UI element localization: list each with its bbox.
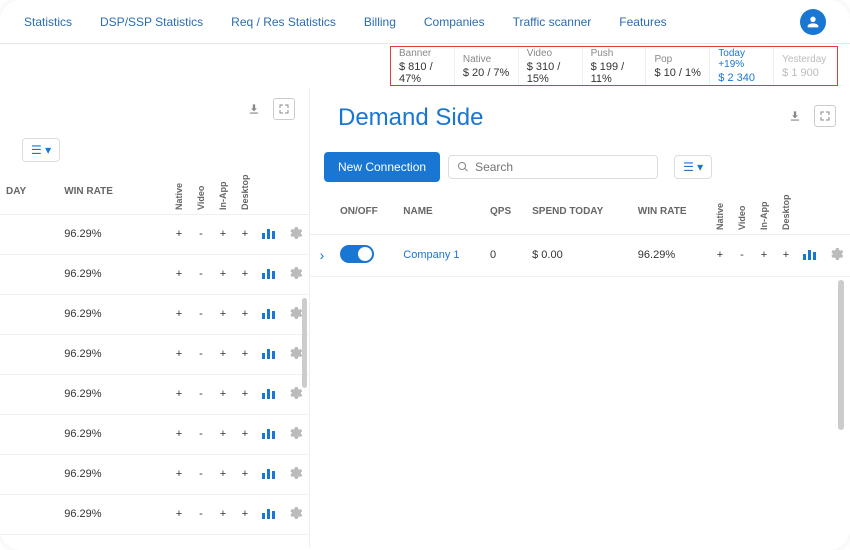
col-native-r: Native	[709, 190, 731, 234]
search-input[interactable]	[475, 160, 649, 174]
nav-req-res[interactable]: Req / Res Statistics	[231, 15, 336, 29]
nav-billing[interactable]: Billing	[364, 15, 396, 29]
left-table: DAY WIN RATE Native Video In-App Desktop…	[0, 170, 309, 535]
stat-pop: Pop$ 10 / 1%	[646, 47, 710, 85]
col-name: NAME	[397, 190, 484, 234]
chevron-right-icon[interactable]: ›	[320, 247, 325, 263]
gear-icon[interactable]	[281, 254, 309, 294]
new-connection-button[interactable]: New Connection	[324, 152, 440, 182]
table-row: ›Company 10$ 0.0096.29%+-++	[310, 234, 850, 276]
col-video-r: Video	[731, 190, 753, 234]
col-video: Video	[190, 170, 212, 214]
panel-title: Demand Side	[324, 98, 497, 134]
gear-icon[interactable]	[281, 214, 309, 254]
search-icon	[457, 161, 469, 173]
col-day: DAY	[0, 170, 58, 214]
left-panel: ☰ ▾ DAY WIN RATE Native Video In-App Des…	[0, 88, 310, 548]
table-row: 96.29%+-++	[0, 414, 309, 454]
user-avatar[interactable]	[800, 9, 826, 35]
col-native: Native	[168, 170, 190, 214]
table-row: 96.29%+-++	[0, 334, 309, 374]
col-inapp: In-App	[212, 170, 234, 214]
toggle-onoff[interactable]	[340, 245, 374, 263]
gear-icon[interactable]	[281, 494, 309, 534]
nav-statistics[interactable]: Statistics	[24, 15, 72, 29]
gear-icon[interactable]	[281, 414, 309, 454]
bars-icon[interactable]	[262, 347, 275, 359]
top-nav: Statistics DSP/SSP Statistics Req / Res …	[0, 0, 850, 44]
bars-icon[interactable]	[262, 387, 275, 399]
table-row: 96.29%+-++	[0, 254, 309, 294]
nav-companies[interactable]: Companies	[424, 15, 485, 29]
col-qps: QPS	[484, 190, 526, 234]
gear-icon[interactable]	[281, 454, 309, 494]
stat-video: Video$ 310 / 15%	[519, 47, 583, 85]
nav-traffic-scanner[interactable]: Traffic scanner	[513, 15, 592, 29]
view-toggle-left[interactable]: ☰ ▾	[22, 138, 60, 162]
bars-icon[interactable]	[262, 267, 275, 279]
table-row: 96.29%+-++	[0, 214, 309, 254]
bars-icon[interactable]	[262, 507, 275, 519]
col-spend: SPEND TODAY	[526, 190, 632, 234]
col-desktop-r: Desktop	[775, 190, 797, 234]
right-panel: Demand Side New Connection ☰ ▾ ON/OFF NA…	[310, 88, 850, 548]
left-scrollbar[interactable]	[302, 298, 307, 388]
company-link[interactable]: Company 1	[397, 234, 484, 276]
search-box[interactable]	[448, 155, 658, 179]
table-row: 96.29%+-++	[0, 374, 309, 414]
stat-today-: Today +19%$ 2 340	[710, 47, 774, 85]
stat-native: Native$ 20 / 7%	[455, 47, 519, 85]
gear-icon[interactable]	[822, 234, 850, 276]
table-row: 96.29%+-++	[0, 494, 309, 534]
col-desktop: Desktop	[234, 170, 256, 214]
expand-icon-right[interactable]	[814, 105, 836, 127]
user-icon	[805, 14, 821, 30]
bars-icon[interactable]	[262, 467, 275, 479]
col-onoff: ON/OFF	[334, 190, 397, 234]
bars-icon[interactable]	[262, 427, 275, 439]
table-row: 96.29%+-++	[0, 454, 309, 494]
right-table: ON/OFF NAME QPS SPEND TODAY WIN RATE Nat…	[310, 190, 850, 277]
main-area: ☰ ▾ DAY WIN RATE Native Video In-App Des…	[0, 88, 850, 548]
stat-push: Push$ 199 / 11%	[583, 47, 647, 85]
bars-icon[interactable]	[262, 307, 275, 319]
bars-icon[interactable]	[262, 227, 275, 239]
col-inapp-r: In-App	[753, 190, 775, 234]
bars-icon[interactable]	[803, 248, 816, 260]
stat-yesterday: Yesterday$ 1 900	[774, 47, 837, 85]
view-toggle-right[interactable]: ☰ ▾	[674, 155, 712, 179]
table-row: 96.29%+-++	[0, 294, 309, 334]
page-scrollbar[interactable]	[838, 280, 844, 430]
col-winrate-r: WIN RATE	[632, 190, 709, 234]
download-icon-right[interactable]	[784, 105, 806, 127]
expand-icon[interactable]	[273, 98, 295, 120]
stats-bar: Banner$ 810 / 47%Native$ 20 / 7%Video$ 3…	[390, 46, 838, 86]
stat-banner: Banner$ 810 / 47%	[391, 47, 455, 85]
download-icon[interactable]	[243, 98, 265, 120]
col-winrate: WIN RATE	[58, 170, 168, 214]
nav-features[interactable]: Features	[619, 15, 666, 29]
nav-dsp-ssp[interactable]: DSP/SSP Statistics	[100, 15, 203, 29]
